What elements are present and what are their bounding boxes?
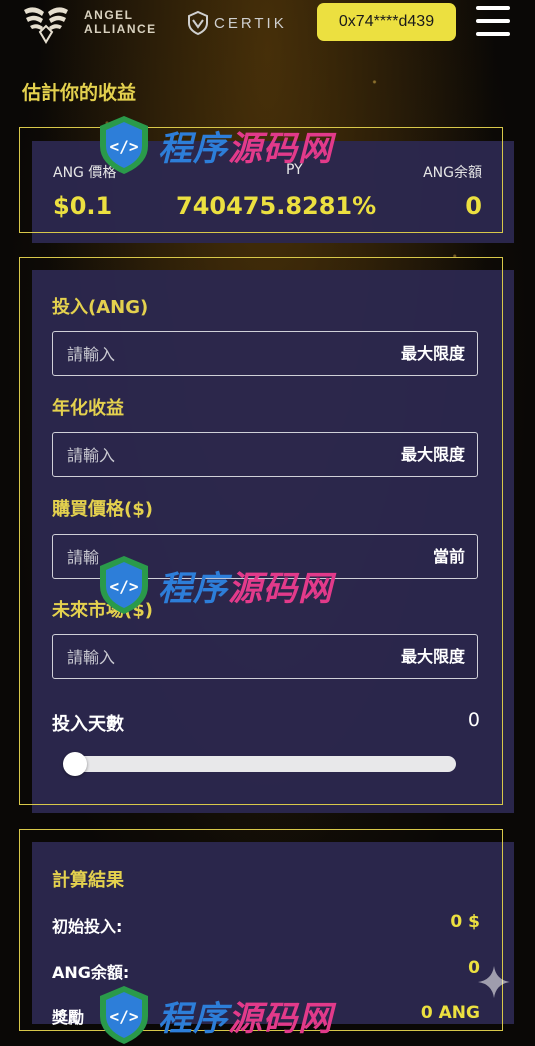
investment-field: 最大限度 [52, 331, 478, 377]
results-title: 計算結果 [52, 870, 124, 891]
apy-label: PY [286, 162, 303, 178]
wallet-address-button[interactable]: 0x74****d439 [317, 3, 456, 41]
investment-max-button[interactable]: 最大限度 [401, 332, 465, 375]
annual-yield-input[interactable] [65, 433, 369, 478]
ang-price-value: $0.1 [53, 192, 113, 220]
ang-balance-label: ANG余額 [423, 165, 482, 181]
ang-price-label: ANG 價格 [53, 165, 117, 181]
days-label: 投入天數 [52, 714, 124, 735]
future-price-label: 未來市場($) [52, 600, 153, 621]
apy-value: 740475.8281% [176, 192, 377, 220]
future-price-field: 最大限度 [52, 634, 478, 680]
annual-yield-field: 最大限度 [52, 432, 478, 478]
angel-alliance-logo-icon[interactable] [20, 2, 72, 46]
initial-investment-label: 初始投入: [52, 917, 123, 936]
reward-value: 0 ANG [420, 1003, 480, 1023]
header: ANGEL ALLIANCE CERTIK 0x74****d439 [0, 0, 535, 70]
brand-name: ANGEL ALLIANCE [84, 8, 157, 36]
certik-badge[interactable]: CERTIK [186, 10, 287, 36]
certik-label: CERTIK [214, 14, 287, 32]
investment-input[interactable] [65, 332, 369, 377]
brand-line-1: ANGEL [84, 8, 134, 22]
page-title: 估計你的收益 [22, 82, 137, 104]
future-price-input[interactable] [65, 635, 369, 680]
buy-price-current-button[interactable]: 當前 [433, 535, 465, 578]
result-balance-label: ANG余額: [52, 963, 130, 982]
buy-price-field: 當前 [52, 534, 478, 580]
ang-balance-value: 0 [465, 192, 482, 220]
annual-yield-label: 年化收益 [52, 398, 124, 419]
sparkle-icon [478, 966, 510, 998]
investment-label: 投入(ANG) [52, 297, 149, 318]
buy-price-input[interactable] [65, 535, 369, 580]
days-value: 0 [467, 709, 480, 731]
initial-investment-value: 0 $ [450, 912, 480, 932]
hamburger-menu-icon[interactable] [476, 4, 510, 38]
certik-shield-icon [188, 10, 208, 36]
days-slider-thumb[interactable] [63, 752, 87, 776]
reward-label: 獎勵 [52, 1008, 85, 1027]
annual-yield-max-button[interactable]: 最大限度 [401, 433, 465, 476]
future-price-max-button[interactable]: 最大限度 [401, 635, 465, 678]
brand-line-2: ALLIANCE [84, 22, 157, 36]
days-slider-track[interactable] [64, 756, 456, 772]
buy-price-label: 購買價格($) [52, 499, 153, 520]
